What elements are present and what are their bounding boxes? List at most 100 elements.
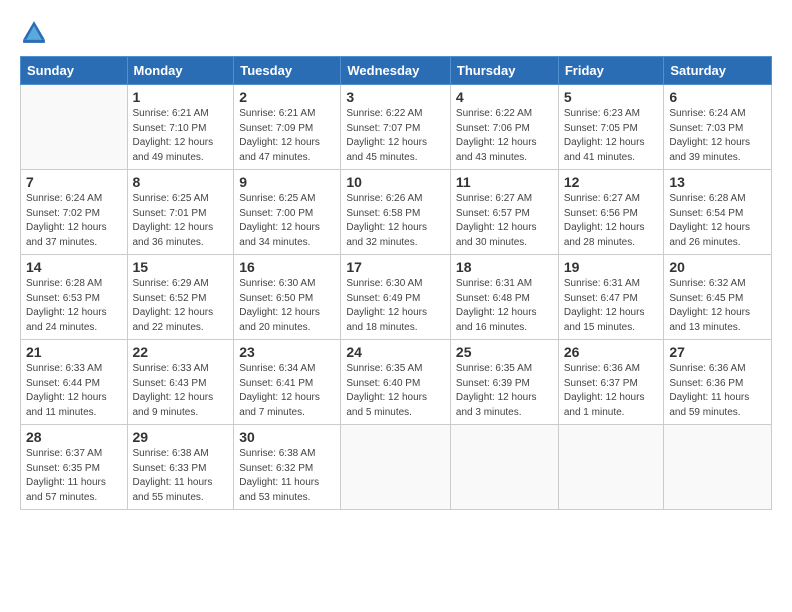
day-info: Sunrise: 6:31 AM Sunset: 6:47 PM Dayligh… [564, 277, 659, 335]
day-info: Sunrise: 6:31 AM Sunset: 6:48 PM Dayligh… [456, 277, 553, 335]
day-info: Sunrise: 6:24 AM Sunset: 7:02 PM Dayligh… [26, 192, 122, 250]
calendar-week-row: 14 Sunrise: 6:28 AM Sunset: 6:53 PM Dayli… [21, 255, 772, 340]
calendar-cell: 24 Sunrise: 6:35 AM Sunset: 6:40 PM Dayli… [341, 340, 451, 425]
calendar-header-row: SundayMondayTuesdayWednesdayThursdayFrid… [21, 57, 772, 85]
day-info: Sunrise: 6:29 AM Sunset: 6:52 PM Dayligh… [133, 277, 229, 335]
calendar-cell: 19 Sunrise: 6:31 AM Sunset: 6:47 PM Dayli… [558, 255, 664, 340]
day-number: 15 [133, 259, 229, 275]
calendar-cell: 17 Sunrise: 6:30 AM Sunset: 6:49 PM Dayli… [341, 255, 451, 340]
day-number: 21 [26, 344, 122, 360]
day-number: 4 [456, 89, 553, 105]
day-number: 28 [26, 429, 122, 445]
calendar-week-row: 21Sunrise: 6:33 AM Sunset: 6:44 PM Dayli… [21, 340, 772, 425]
day-info: Sunrise: 6:21 AM Sunset: 7:10 PM Dayligh… [133, 107, 229, 165]
day-info: Sunrise: 6:35 AM Sunset: 6:40 PM Dayligh… [346, 362, 445, 420]
day-number: 8 [133, 174, 229, 190]
day-info: Sunrise: 6:28 AM Sunset: 6:54 PM Dayligh… [669, 192, 766, 250]
day-number: 13 [669, 174, 766, 190]
day-number: 10 [346, 174, 445, 190]
calendar-cell: 2Sunrise: 6:21 AM Sunset: 7:09 PM Daylig… [234, 85, 341, 170]
calendar-cell: 23 Sunrise: 6:34 AM Sunset: 6:41 PM Dayli… [234, 340, 341, 425]
calendar-cell: 27 Sunrise: 6:36 AM Sunset: 6:36 PM Dayli… [664, 340, 772, 425]
calendar-cell: 14 Sunrise: 6:28 AM Sunset: 6:53 PM Dayli… [21, 255, 128, 340]
calendar-header-thursday: Thursday [450, 57, 558, 85]
day-info: Sunrise: 6:30 AM Sunset: 6:50 PM Dayligh… [239, 277, 335, 335]
day-info: Sunrise: 6:34 AM Sunset: 6:41 PM Dayligh… [239, 362, 335, 420]
day-number: 11 [456, 174, 553, 190]
day-number: 6 [669, 89, 766, 105]
day-info: Sunrise: 6:24 AM Sunset: 7:03 PM Dayligh… [669, 107, 766, 165]
day-info: Sunrise: 6:22 AM Sunset: 7:07 PM Dayligh… [346, 107, 445, 165]
calendar-cell: 1 Sunrise: 6:21 AM Sunset: 7:10 PM Daylig… [127, 85, 234, 170]
logo-icon [20, 18, 48, 46]
header [20, 18, 772, 46]
day-info: Sunrise: 6:28 AM Sunset: 6:53 PM Dayligh… [26, 277, 122, 335]
day-info: Sunrise: 6:30 AM Sunset: 6:49 PM Dayligh… [346, 277, 445, 335]
day-info: Sunrise: 6:32 AM Sunset: 6:45 PM Dayligh… [669, 277, 766, 335]
day-info: Sunrise: 6:36 AM Sunset: 6:37 PM Dayligh… [564, 362, 659, 420]
day-number: 24 [346, 344, 445, 360]
calendar-cell [558, 425, 664, 510]
calendar-cell: 22 Sunrise: 6:33 AM Sunset: 6:43 PM Dayli… [127, 340, 234, 425]
day-number: 16 [239, 259, 335, 275]
day-info: Sunrise: 6:35 AM Sunset: 6:39 PM Dayligh… [456, 362, 553, 420]
calendar-cell: 9Sunrise: 6:25 AM Sunset: 7:00 PM Daylig… [234, 170, 341, 255]
calendar-week-row: 28 Sunrise: 6:37 AM Sunset: 6:35 PM Dayli… [21, 425, 772, 510]
day-number: 25 [456, 344, 553, 360]
calendar-cell: 21Sunrise: 6:33 AM Sunset: 6:44 PM Dayli… [21, 340, 128, 425]
day-number: 3 [346, 89, 445, 105]
calendar-header-monday: Monday [127, 57, 234, 85]
calendar-cell: 7 Sunrise: 6:24 AM Sunset: 7:02 PM Daylig… [21, 170, 128, 255]
calendar-cell: 25 Sunrise: 6:35 AM Sunset: 6:39 PM Dayli… [450, 340, 558, 425]
day-number: 23 [239, 344, 335, 360]
day-number: 22 [133, 344, 229, 360]
day-number: 20 [669, 259, 766, 275]
calendar-cell: 3 Sunrise: 6:22 AM Sunset: 7:07 PM Daylig… [341, 85, 451, 170]
day-info: Sunrise: 6:26 AM Sunset: 6:58 PM Dayligh… [346, 192, 445, 250]
page: SundayMondayTuesdayWednesdayThursdayFrid… [0, 0, 792, 612]
calendar-cell: 12Sunrise: 6:27 AM Sunset: 6:56 PM Dayli… [558, 170, 664, 255]
calendar-cell: 16 Sunrise: 6:30 AM Sunset: 6:50 PM Dayli… [234, 255, 341, 340]
calendar-cell: 6 Sunrise: 6:24 AM Sunset: 7:03 PM Daylig… [664, 85, 772, 170]
calendar-cell: 13 Sunrise: 6:28 AM Sunset: 6:54 PM Dayli… [664, 170, 772, 255]
calendar-header-saturday: Saturday [664, 57, 772, 85]
day-number: 1 [133, 89, 229, 105]
calendar-week-row: 7 Sunrise: 6:24 AM Sunset: 7:02 PM Daylig… [21, 170, 772, 255]
calendar-cell: 5 Sunrise: 6:23 AM Sunset: 7:05 PM Daylig… [558, 85, 664, 170]
calendar-header-wednesday: Wednesday [341, 57, 451, 85]
calendar-cell [450, 425, 558, 510]
day-info: Sunrise: 6:23 AM Sunset: 7:05 PM Dayligh… [564, 107, 659, 165]
day-info: Sunrise: 6:22 AM Sunset: 7:06 PM Dayligh… [456, 107, 553, 165]
calendar-table: SundayMondayTuesdayWednesdayThursdayFrid… [20, 56, 772, 510]
day-info: Sunrise: 6:33 AM Sunset: 6:43 PM Dayligh… [133, 362, 229, 420]
calendar-cell: 10 Sunrise: 6:26 AM Sunset: 6:58 PM Dayli… [341, 170, 451, 255]
day-info: Sunrise: 6:36 AM Sunset: 6:36 PM Dayligh… [669, 362, 766, 420]
day-number: 7 [26, 174, 122, 190]
day-number: 30 [239, 429, 335, 445]
day-info: Sunrise: 6:21 AM Sunset: 7:09 PM Dayligh… [239, 107, 335, 165]
calendar-header-friday: Friday [558, 57, 664, 85]
day-number: 19 [564, 259, 659, 275]
day-number: 26 [564, 344, 659, 360]
day-number: 14 [26, 259, 122, 275]
day-info: Sunrise: 6:37 AM Sunset: 6:35 PM Dayligh… [26, 447, 122, 505]
calendar-cell: 28 Sunrise: 6:37 AM Sunset: 6:35 PM Dayli… [21, 425, 128, 510]
day-number: 9 [239, 174, 335, 190]
calendar-cell: 4 Sunrise: 6:22 AM Sunset: 7:06 PM Daylig… [450, 85, 558, 170]
calendar-cell: 26 Sunrise: 6:36 AM Sunset: 6:37 PM Dayli… [558, 340, 664, 425]
calendar-cell: 8 Sunrise: 6:25 AM Sunset: 7:01 PM Daylig… [127, 170, 234, 255]
day-number: 5 [564, 89, 659, 105]
day-info: Sunrise: 6:25 AM Sunset: 7:01 PM Dayligh… [133, 192, 229, 250]
logo [20, 18, 52, 46]
calendar-cell [664, 425, 772, 510]
day-number: 17 [346, 259, 445, 275]
day-info: Sunrise: 6:38 AM Sunset: 6:32 PM Dayligh… [239, 447, 335, 505]
calendar-week-row: 1 Sunrise: 6:21 AM Sunset: 7:10 PM Daylig… [21, 85, 772, 170]
calendar-cell: 20 Sunrise: 6:32 AM Sunset: 6:45 PM Dayli… [664, 255, 772, 340]
calendar-cell: 15 Sunrise: 6:29 AM Sunset: 6:52 PM Dayli… [127, 255, 234, 340]
day-number: 18 [456, 259, 553, 275]
day-number: 27 [669, 344, 766, 360]
calendar-header-sunday: Sunday [21, 57, 128, 85]
calendar-cell [21, 85, 128, 170]
day-number: 29 [133, 429, 229, 445]
